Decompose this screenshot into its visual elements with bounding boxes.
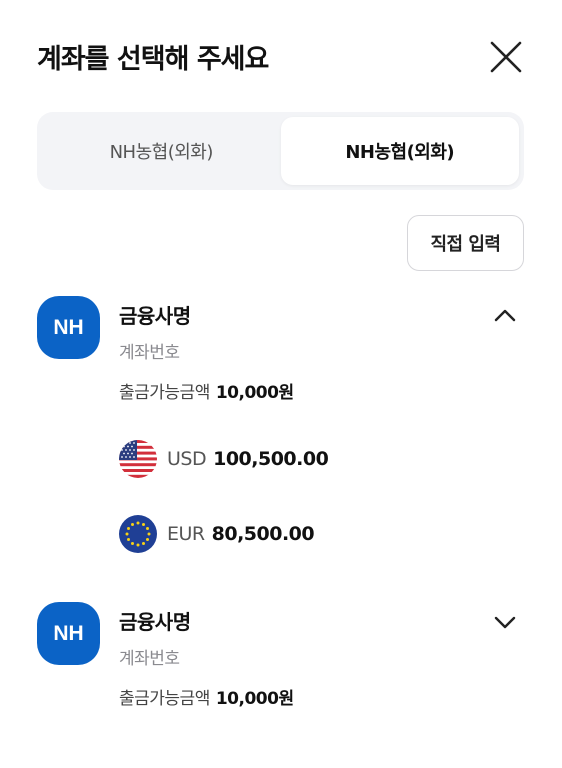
chevron-down-icon (494, 616, 516, 629)
currency-code: USD (167, 448, 207, 470)
collapse-toggle[interactable] (493, 304, 517, 328)
balance-amount: 10,000원 (215, 383, 294, 403)
bank-logo: NH (37, 602, 100, 665)
direct-input-button[interactable]: 직접 입력 (407, 215, 524, 271)
account-bank-name: 금융사명 (119, 610, 191, 634)
us-flag-icon (119, 440, 157, 478)
account-bank-name: 금융사명 (119, 304, 191, 328)
close-button[interactable] (486, 37, 526, 77)
account-select-sheet: 계좌를 선택해 주세요 NH농협(외화) NH농협(외화) 직접 입력 NH 금… (0, 0, 562, 768)
account-balance: 출금가능금액 10,000원 (119, 378, 294, 403)
account-number: 계좌번호 (119, 343, 180, 363)
bank-tab-bar: NH농협(외화) NH농협(외화) (37, 112, 524, 190)
expand-toggle[interactable] (493, 610, 517, 634)
close-icon (490, 41, 522, 73)
tab-bank-2[interactable]: NH농협(외화) (280, 117, 519, 185)
currency-row-usd[interactable]: USD 100,500.00 (119, 439, 329, 479)
tab-bank-1[interactable]: NH농협(외화) (42, 117, 281, 185)
currency-amount: 100,500.00 (213, 448, 329, 470)
page-title: 계좌를 선택해 주세요 (37, 44, 269, 75)
balance-label: 출금가능금액 (119, 689, 210, 709)
balance-label: 출금가능금액 (119, 383, 210, 403)
balance-amount: 10,000원 (215, 689, 294, 709)
bank-logo: NH (37, 296, 100, 359)
account-item[interactable]: NH 금융사명 계좌번호 출금가능금액 10,000원 (37, 602, 524, 722)
currency-code: EUR (167, 523, 205, 545)
chevron-up-icon (494, 309, 516, 322)
account-number: 계좌번호 (119, 649, 180, 669)
currency-row-eur[interactable]: EUR 80,500.00 (119, 514, 315, 554)
eu-flag-icon (119, 515, 157, 553)
currency-amount: 80,500.00 (211, 523, 315, 545)
account-balance: 출금가능금액 10,000원 (119, 684, 294, 709)
account-item[interactable]: NH 금융사명 계좌번호 출금가능금액 10,000원 (37, 296, 524, 556)
